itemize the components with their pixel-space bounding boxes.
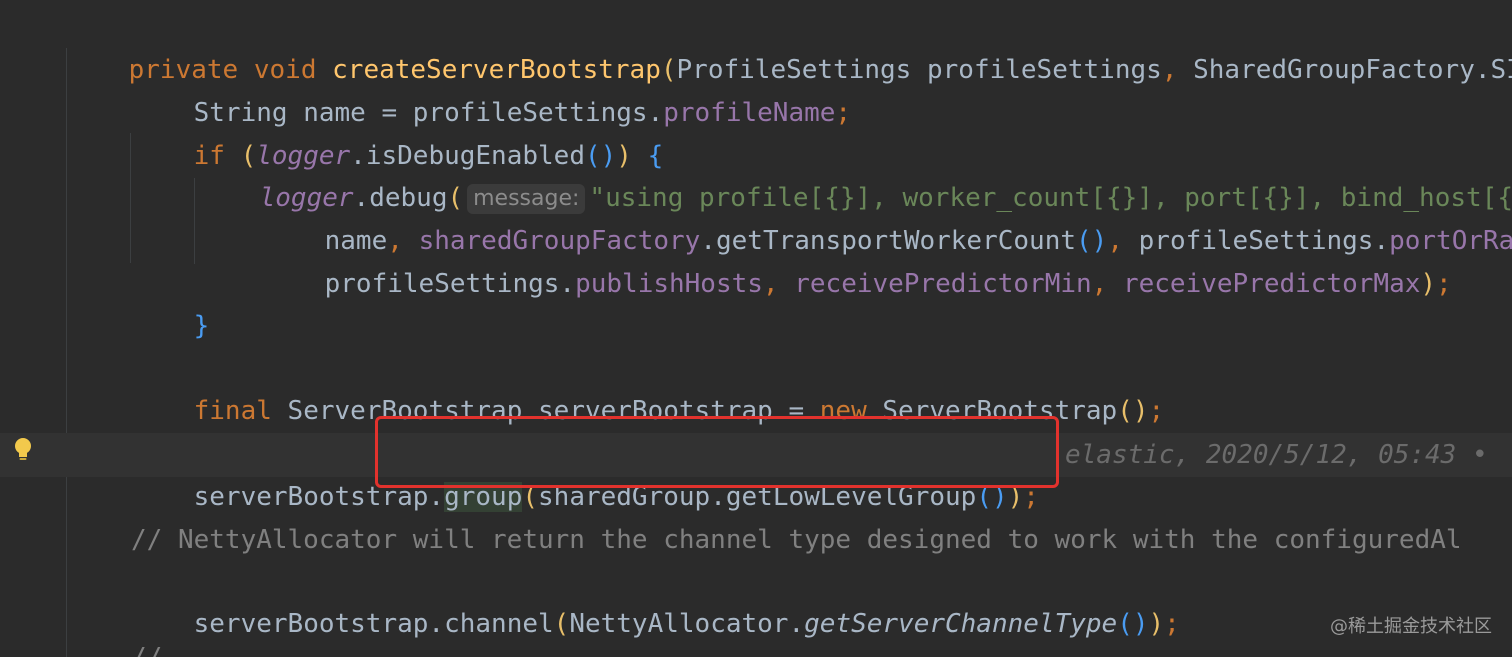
code-line-5[interactable]: name, sharedGroupFactory.getTransportWor… (262, 178, 1512, 256)
token-paren: ( (553, 609, 570, 639)
code-line-12[interactable]: // (131, 637, 162, 657)
code-editor[interactable]: private void createServerBootstrap(Profi… (0, 0, 1512, 657)
token-semicolon: ; (1164, 609, 1180, 639)
token-field: profileName (663, 98, 836, 128)
token-static-method: getServerChannelType (804, 609, 1118, 639)
code-line-3[interactable]: if (logger.isDebugEnabled()) { (131, 93, 664, 171)
highlight-box (375, 416, 1059, 488)
code-line-2[interactable]: String name = profileSettings.profileNam… (131, 50, 851, 128)
code-line-10[interactable]: // NettyAllocator will return the channe… (131, 519, 1462, 561)
token-comma: , (1161, 55, 1178, 85)
token-paren: ) (1420, 269, 1437, 299)
token-text: profileSettings. (324, 269, 576, 299)
token-semicolon: ; (1436, 269, 1452, 299)
code-line-11[interactable]: serverBootstrap.channel(NettyAllocator.g… (131, 561, 1180, 639)
token-call-parens: () (1117, 609, 1149, 639)
token-text: SharedGroupFactory.SI (1177, 55, 1512, 85)
token-field: receivePredictorMax (1122, 269, 1421, 299)
editor-gutter[interactable] (0, 0, 60, 657)
token-call-parens: () (1117, 396, 1149, 426)
indent-guide (194, 178, 195, 264)
token-semicolon: ; (1148, 396, 1165, 426)
watermark: @稀土掘金技术社区 (1330, 616, 1492, 637)
token-keyword: final (193, 396, 272, 426)
code-line-6[interactable]: profileSettings.publishHosts, receivePre… (262, 221, 1452, 299)
token-paren: ) (1148, 609, 1165, 639)
token-field: receivePredictorMin (794, 269, 1092, 299)
token-comma: , (1091, 269, 1108, 299)
lightbulb-icon[interactable] (13, 437, 33, 463)
token-text: serverBootstrap.channel (193, 609, 554, 639)
indent-guide (66, 48, 67, 657)
git-blame-annotation: elastic, 2020/5/12, 05:43 • (1065, 440, 1488, 470)
token-field: publishHosts (575, 269, 763, 299)
code-line-4[interactable]: logger.debug(message: "using profile[{}],… (197, 135, 1512, 214)
token-comma: , (762, 269, 779, 299)
token-semicolon: ; (835, 98, 852, 128)
code-line-7[interactable]: } (131, 263, 210, 341)
code-line-8[interactable]: final ServerBootstrap serverBootstrap = … (131, 348, 1165, 426)
code-line-1[interactable]: private void createServerBootstrap(Profi… (66, 7, 1512, 85)
token-text: NettyAllocator. (569, 609, 805, 639)
token-brace: } (193, 311, 210, 341)
